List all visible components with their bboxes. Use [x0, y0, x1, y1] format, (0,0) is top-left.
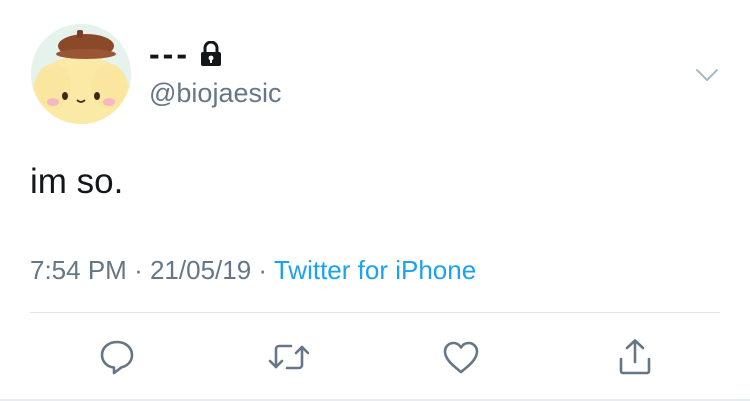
like-button[interactable] — [439, 335, 483, 379]
lock-icon — [200, 41, 222, 67]
user-handle[interactable]: @biojaesic — [149, 78, 281, 109]
reply-icon — [100, 340, 134, 375]
display-name-text: --- — [149, 35, 190, 72]
tweet-source-link[interactable]: Twitter for iPhone — [274, 255, 476, 285]
meta-separator: · — [134, 255, 143, 285]
tweet-text: im so. — [30, 162, 124, 201]
tweet-time: 7:54 PM — [30, 255, 127, 285]
share-icon — [619, 339, 651, 375]
avatar[interactable] — [31, 24, 131, 124]
meta-separator: · — [258, 255, 268, 285]
tweet-meta: 7:54 PM · 21/05/19 · Twitter for iPhone — [30, 255, 476, 286]
divider — [30, 312, 720, 313]
retweet-button[interactable] — [267, 335, 311, 379]
avatar-image — [31, 24, 131, 124]
action-bar — [0, 335, 750, 379]
share-button[interactable] — [613, 335, 657, 379]
retweet-icon — [268, 344, 310, 370]
chevron-down-icon[interactable] — [694, 62, 720, 88]
tweet-date: 21/05/19 — [149, 255, 252, 285]
display-name[interactable]: --- — [149, 36, 222, 72]
reply-button[interactable] — [95, 335, 139, 379]
heart-icon — [443, 341, 479, 374]
